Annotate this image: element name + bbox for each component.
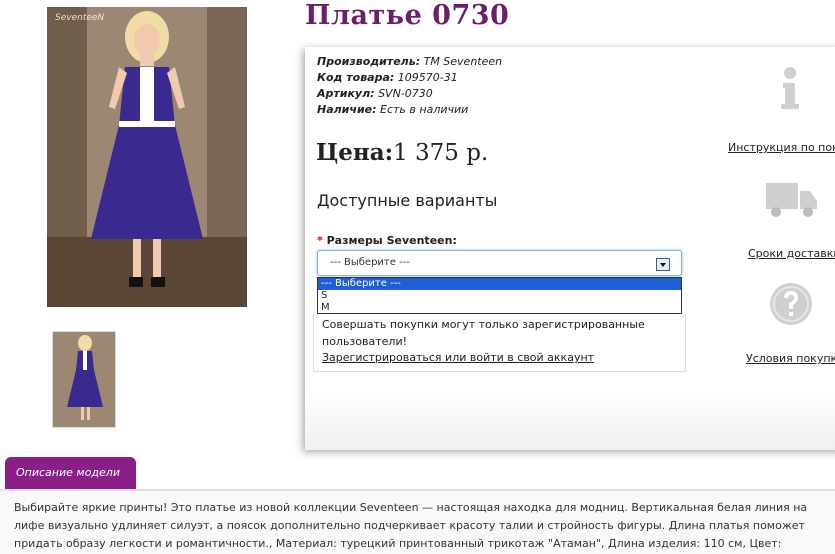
spec-value: Есть в наличии: [380, 103, 469, 116]
spec-article: Артикул: SVN-0730: [317, 86, 433, 102]
size-select-value: --- Выберите ---: [330, 257, 410, 268]
required-mark: *: [317, 234, 323, 247]
product-description: Выбирайте яркие принты! Это платье из но…: [0, 490, 835, 554]
size-label: * Размеры Seventeen:: [317, 234, 457, 247]
size-dropdown-list: --- Выберите --- S M: [317, 277, 682, 314]
size-select[interactable]: --- Выберите ---: [317, 250, 682, 276]
thumbnail-image: [53, 332, 115, 427]
price-label: Цена:: [316, 139, 394, 166]
product-main-photo[interactable]: SeventeeN: [47, 7, 247, 307]
spec-label: Наличие:: [317, 103, 377, 116]
dropdown-option[interactable]: M: [318, 302, 681, 314]
login-register-link[interactable]: Зарегистрироваться или войти в свой акка…: [322, 351, 594, 364]
tab-description[interactable]: Описание модели: [5, 457, 136, 489]
photo-watermark: SeventeeN: [55, 13, 105, 23]
dropdown-option[interactable]: --- Выберите ---: [318, 278, 681, 290]
options-title: Доступные варианты: [317, 191, 498, 210]
spec-availability: Наличие: Есть в наличии: [317, 102, 468, 118]
size-label-text: Размеры Seventeen:: [326, 234, 457, 247]
spec-value: SVN-0730: [378, 87, 433, 100]
side-link-delivery[interactable]: Сроки доставки: [748, 247, 835, 260]
spec-label: Артикул:: [317, 87, 375, 100]
dress-model-image: [47, 7, 247, 307]
panel-fade: [305, 390, 835, 450]
spec-product-code: Код товара: 109570-31: [317, 70, 458, 86]
delivery-truck-icon: [766, 183, 817, 217]
spec-label: Производитель:: [317, 55, 421, 68]
login-message: Совершать покупки могут только зарегистр…: [322, 318, 645, 348]
help-question-icon: [770, 283, 812, 325]
product-thumbnail[interactable]: [52, 331, 116, 428]
price: Цена:1 375 р.: [316, 139, 488, 166]
spec-label: Код товара:: [317, 71, 395, 84]
spec-manufacturer: Производитель: TM Seventeen: [317, 54, 502, 70]
side-link-instruction[interactable]: Инструкция по покупке: [728, 141, 835, 154]
spec-value: TM Seventeen: [423, 55, 503, 68]
spec-value: 109570-31: [397, 71, 458, 84]
chevron-down-icon[interactable]: [656, 258, 670, 271]
side-link-terms[interactable]: Условия покупки: [746, 352, 835, 365]
dropdown-option[interactable]: S: [318, 290, 681, 302]
price-value: 1 375 р.: [393, 140, 489, 166]
product-title: Платье 0730: [305, 0, 510, 31]
info-icon: [781, 67, 799, 109]
